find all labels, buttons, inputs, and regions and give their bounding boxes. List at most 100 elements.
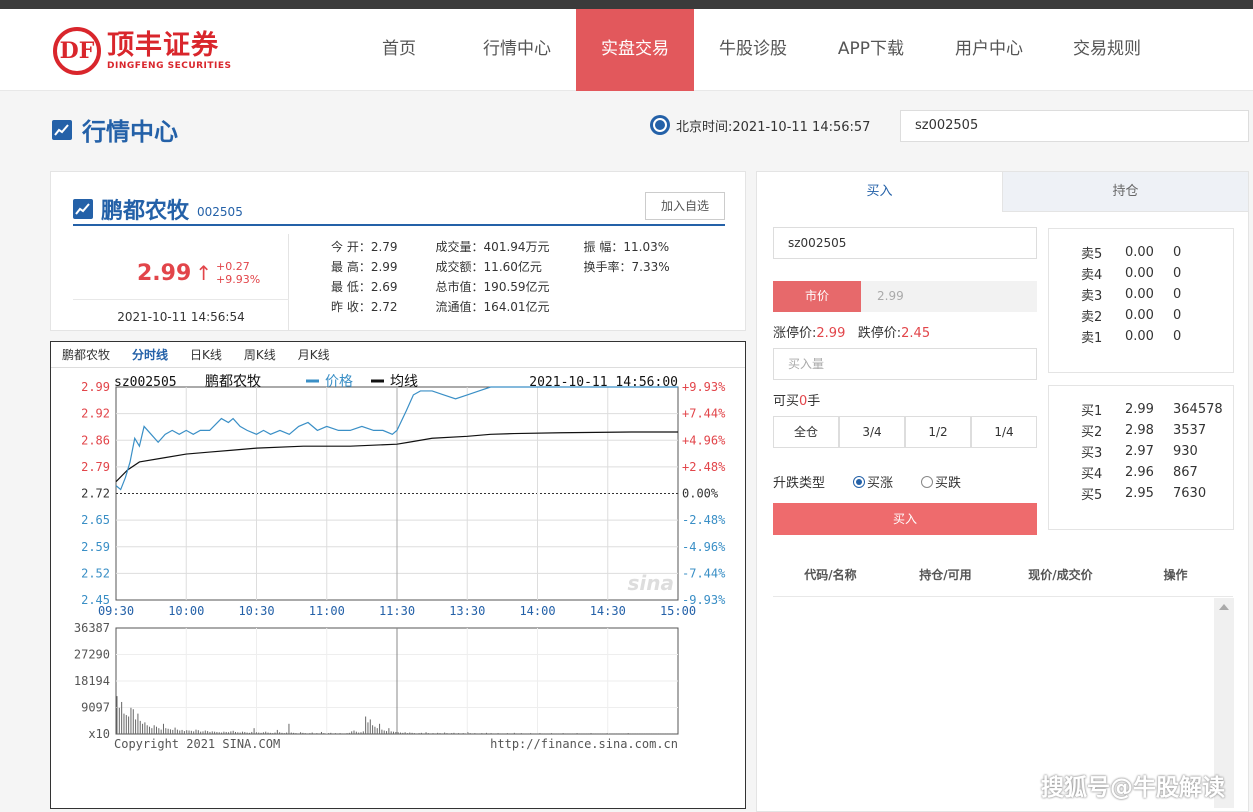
- quantity-input[interactable]: 买入量: [773, 348, 1037, 380]
- volume-tick-label: 36387: [74, 621, 110, 635]
- chart-tab-2[interactable]: 日K线: [179, 346, 233, 363]
- nav-item-4[interactable]: APP下载: [812, 9, 930, 91]
- add-watchlist-button[interactable]: 加入自选: [645, 192, 725, 220]
- y-pct-label: +2.48%: [682, 460, 726, 474]
- y-tick-label: 2.92: [81, 407, 110, 421]
- y-tick-label: 2.86: [81, 433, 110, 447]
- radio-buy-up[interactable]: 买涨: [853, 472, 893, 491]
- sell_book-cell: 0: [1173, 266, 1182, 281]
- page-title: 行情中心: [82, 118, 178, 146]
- brand-name-en: DINGFENG SECURITIES: [107, 61, 232, 71]
- stock-name: 鹏都农牧: [101, 199, 190, 224]
- stock-trend-icon: [73, 199, 93, 219]
- radio-checked-icon: [853, 475, 866, 488]
- chart-tab-4[interactable]: 月K线: [287, 346, 341, 363]
- trade-code-input[interactable]: sz002505: [773, 227, 1037, 259]
- volume-tick-label: x10: [88, 727, 110, 741]
- chart-panel: 鹏都农牧 分时线 日K线 周K线 月K线 2.99 2.92 2.86 2.79 2.72 2.6…: [50, 341, 746, 809]
- y-tick-label: 2.99: [81, 380, 110, 394]
- brand-mark-text: DF: [59, 38, 95, 64]
- chart-tab-0[interactable]: 鹏都农牧: [51, 346, 121, 363]
- stat-cell: 最 高：2.99: [331, 259, 398, 274]
- stat-cell: 振 幅：11.03%: [583, 239, 670, 254]
- chart-header-time: 2021-10-11 14:56:00: [529, 375, 678, 390]
- x-tick-label: 13:30: [449, 604, 485, 618]
- price-change: +0.27: [216, 260, 250, 273]
- ratio-buttons: 全仓 3/4 1/2 1/4: [773, 416, 1037, 448]
- sell_book-cell: 卖3: [1081, 289, 1103, 304]
- stat-cell: 昨 收：2.72: [331, 299, 398, 314]
- can-buy-unit: 手: [807, 394, 821, 409]
- buy_book-cell: 930: [1173, 444, 1198, 459]
- brand-name-cn: 顶丰证券: [107, 30, 219, 61]
- nav-item-3[interactable]: 牛股诊股: [694, 9, 812, 91]
- y-pct-label: +7.44%: [682, 407, 726, 421]
- quote-stats: 今 开：2.79 成交量：401.94万元 振 幅：11.03% 最 高：2.99 成交…: [331, 236, 670, 316]
- top-strip: [0, 0, 1253, 9]
- buy_book-cell: 2.97: [1125, 444, 1154, 459]
- submit-buy-button[interactable]: 买入: [773, 503, 1037, 535]
- ratio-button-1[interactable]: 3/4: [839, 416, 905, 448]
- stock-code: 002505: [197, 205, 243, 219]
- stock-search-input[interactable]: sz002505: [900, 110, 1249, 142]
- price-change-pct: +9.93%: [216, 273, 261, 286]
- nav-item-6[interactable]: 交易规则: [1048, 9, 1166, 91]
- sell_book-cell: 卖4: [1081, 268, 1103, 283]
- quote-time: 2021-10-11 14:56:54: [73, 299, 289, 324]
- y-pct-label: -4.96%: [682, 540, 726, 554]
- y-tick-label: 2.72: [81, 487, 110, 501]
- ratio-button-0[interactable]: 全仓: [773, 416, 839, 448]
- sell_book-cell: 卖1: [1081, 331, 1103, 346]
- nav-item-2[interactable]: 实盘交易: [576, 9, 694, 91]
- buy_book-cell: 7630: [1173, 486, 1207, 501]
- y-pct-label: -2.48%: [682, 513, 726, 527]
- nav-item-1[interactable]: 行情中心: [458, 9, 576, 91]
- stock-quote-card: 鹏都农牧 002505 加入自选 2.99 ↑ +0.27 +9.93% 202…: [50, 171, 746, 331]
- direction-type: 升跌类型 买涨 买跌: [773, 472, 961, 491]
- holdings-header: 代码/名称 持仓/可用 现价/成交价 操作: [773, 561, 1233, 597]
- buy_book-cell: 2.98: [1125, 423, 1154, 438]
- y-tick-label: 2.59: [81, 540, 110, 554]
- sell_book-cell: 0.00: [1125, 245, 1154, 260]
- price-input[interactable]: 2.99: [861, 281, 1037, 312]
- limit-down-label: 跌停价:: [857, 326, 902, 341]
- ratio-button-2[interactable]: 1/2: [905, 416, 971, 448]
- y-pct-label: +9.93%: [682, 380, 726, 394]
- stat-cell: 成交量：401.94万元: [435, 239, 550, 254]
- brand-logo[interactable]: DF 顶丰证券 DINGFENG SECURITIES: [53, 27, 232, 75]
- site-header: DF 顶丰证券 DINGFENG SECURITIES 首页 行情中心 实盘交易 牛股…: [0, 9, 1253, 91]
- sell_book-cell: 0: [1173, 308, 1182, 323]
- radio-unchecked-icon: [921, 475, 934, 488]
- nav-item-5[interactable]: 用户中心: [930, 9, 1048, 91]
- nav-item-0[interactable]: 首页: [340, 9, 458, 91]
- sell_book-cell: 0.00: [1125, 287, 1154, 302]
- radio-buy-down-label: 买跌: [935, 476, 962, 491]
- y-pct-label: +4.96%: [682, 433, 726, 447]
- x-tick-label: 11:00: [309, 604, 345, 618]
- sell_book-cell: 0: [1173, 329, 1182, 344]
- radio-buy-down[interactable]: 买跌: [921, 472, 961, 491]
- buy_book-cell: 867: [1173, 465, 1198, 480]
- chart-tab-3[interactable]: 周K线: [233, 346, 287, 363]
- trade-panel: 买入 持仓 sz002505 市价 2.99 涨停价:2.99 跌停价:2.45…: [756, 171, 1249, 812]
- sell-order-book: 卖5 0.00 0 卖4 0.00 0 卖3 0.00 0 卖2 0.00 0 卖1 0.00 0: [1048, 228, 1234, 373]
- current-price: 2.99: [137, 260, 192, 286]
- intraday-chart: 2.992.922.862.792.722.652.592.522.45+9.9…: [74, 374, 726, 751]
- stat-cell: [584, 276, 670, 296]
- legend-avg-label: 均线: [390, 374, 418, 390]
- tab-buy[interactable]: 买入: [757, 172, 1002, 212]
- tab-holdings[interactable]: 持仓: [1002, 172, 1248, 212]
- x-tick-label: 11:30: [379, 604, 415, 618]
- y-tick-label: 2.65: [81, 513, 110, 527]
- buy_book-cell: 364578: [1173, 402, 1223, 417]
- market-price-button[interactable]: 市价: [773, 281, 861, 312]
- chart-tab-1[interactable]: 分时线: [121, 346, 179, 363]
- x-tick-label: 10:30: [238, 604, 274, 618]
- sell_book-cell: 卖2: [1081, 310, 1103, 325]
- holdings-col-header: 现价/成交价: [1028, 568, 1093, 582]
- limit-up-label: 涨停价:: [773, 326, 817, 341]
- sell_book-cell: 卖5: [1081, 247, 1103, 262]
- buy_book-cell: 2.95: [1125, 486, 1154, 501]
- volume-tick-label: 9097: [81, 701, 110, 715]
- ratio-button-3[interactable]: 1/4: [971, 416, 1037, 448]
